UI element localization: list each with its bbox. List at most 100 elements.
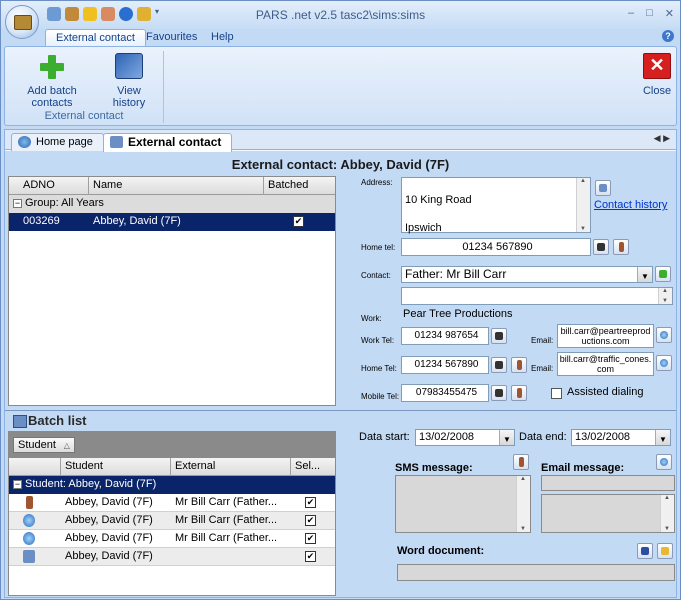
app-logo-icon: [14, 15, 32, 30]
contacts-grid[interactable]: ADNO Name Batched − Group: All Years 0032…: [8, 176, 336, 406]
ribbon-tabs: External contact Favourites Help ?: [1, 27, 680, 47]
chevron-down-icon[interactable]: [655, 430, 670, 447]
minimize-button[interactable]: –: [628, 7, 634, 20]
group-chip-student[interactable]: Student: [13, 437, 75, 453]
home-mobile-icon[interactable]: [511, 357, 527, 373]
sel-checkbox[interactable]: [305, 533, 316, 544]
ribbon-group-label: External contact: [44, 110, 124, 122]
batched-checkbox[interactable]: [293, 216, 304, 227]
close-icon: ✕: [643, 53, 671, 79]
data-start-value: 13/02/2008: [419, 431, 475, 443]
group-row[interactable]: − Group: All Years: [9, 195, 335, 213]
table-row[interactable]: 003269 Abbey, David (7F): [9, 213, 335, 231]
collapse-icon[interactable]: −: [13, 198, 22, 208]
tab-navigation-arrows[interactable]: ◀ ▶: [654, 133, 670, 144]
contact-extra-scrollbar[interactable]: [658, 288, 672, 304]
help-icon[interactable]: ?: [662, 30, 674, 42]
column-external[interactable]: External: [171, 458, 291, 476]
globe-icon: [23, 514, 35, 527]
data-start-picker[interactable]: 13/02/2008: [415, 429, 515, 447]
close-label: Close: [642, 85, 672, 97]
home-email-globe-icon[interactable]: [656, 355, 672, 371]
collapse-icon[interactable]: −: [13, 479, 22, 489]
home-email-label: Email:: [531, 364, 554, 373]
data-end-value: 13/02/2008: [575, 431, 631, 443]
student-cell: Abbey, David (7F): [65, 550, 153, 562]
maximize-button[interactable]: □: [646, 7, 653, 20]
contact-select[interactable]: Father: Mr Bill Carr: [401, 266, 653, 284]
word-document-field[interactable]: [397, 564, 675, 581]
work-email-globe-icon[interactable]: [656, 327, 672, 343]
tab-external-contact[interactable]: External contact: [45, 29, 146, 47]
batch-group-label: Student: Abbey, David (7F): [25, 478, 157, 490]
table-row[interactable]: Abbey, David (7F) Mr Bill Carr (Father..…: [9, 512, 335, 530]
data-start-label: Data start:: [359, 431, 410, 443]
document-tabs: Home page External contact ◀ ▶: [5, 130, 676, 152]
column-sel[interactable]: Sel...: [291, 458, 335, 476]
tab-external-contact-doc[interactable]: External contact: [103, 133, 233, 152]
home-tel-label: Home tel:: [361, 243, 396, 252]
tab-home-page-label: Home page: [36, 136, 93, 148]
add-batch-contacts-button[interactable]: Add batch contacts: [11, 53, 93, 109]
contact-form: Address: 10 King Road Ipswich Contact hi…: [345, 176, 673, 406]
mobile-phone-icon[interactable]: [491, 385, 507, 401]
home-tel2-field[interactable]: 01234 567890: [401, 356, 489, 374]
address-field[interactable]: 10 King Road Ipswich: [401, 177, 591, 234]
tab-home-page[interactable]: Home page: [11, 133, 104, 151]
column-adno[interactable]: ADNO: [9, 177, 89, 195]
close-window-button[interactable]: ✕: [665, 7, 674, 20]
folder-icon[interactable]: [657, 543, 673, 559]
external-cell: [171, 548, 175, 566]
word-icon[interactable]: [637, 543, 653, 559]
address-scrollbar[interactable]: [576, 178, 590, 232]
sms-message-field[interactable]: [395, 475, 531, 533]
batch-group-cell: − Student: Abbey, David (7F): [9, 476, 156, 494]
contact-history-link[interactable]: Contact history: [594, 199, 667, 211]
home-email-field[interactable]: bill.carr@traffic_cones.com: [557, 352, 654, 376]
splitter[interactable]: [5, 410, 676, 411]
sms-mobile-icon[interactable]: [513, 454, 529, 470]
email-message-field[interactable]: [541, 494, 675, 533]
email-globe-icon[interactable]: [656, 454, 672, 470]
work-tel-field[interactable]: 01234 987654: [401, 327, 489, 345]
home-phone-icon[interactable]: [491, 357, 507, 373]
column-batched[interactable]: Batched: [264, 177, 335, 195]
assisted-dialing-label: Assisted dialing: [567, 386, 644, 398]
view-history-button[interactable]: View history: [101, 53, 157, 109]
address-label: Address:: [361, 178, 393, 187]
table-row[interactable]: Abbey, David (7F) Mr Bill Carr (Father..…: [9, 494, 335, 512]
sel-checkbox[interactable]: [305, 515, 316, 526]
work-phone-icon[interactable]: [491, 328, 507, 344]
close-button[interactable]: ✕ Close: [641, 53, 673, 97]
batch-group-row[interactable]: − Student: Abbey, David (7F): [9, 476, 335, 494]
contact-history-icon[interactable]: [595, 180, 611, 196]
add-batch-contacts-label: Add batch contacts: [27, 85, 77, 109]
sel-checkbox[interactable]: [305, 551, 316, 562]
sms-scrollbar[interactable]: [516, 476, 530, 532]
phone-icon[interactable]: [593, 239, 609, 255]
column-student[interactable]: Student: [61, 458, 171, 476]
contact-extra-field[interactable]: [401, 287, 673, 305]
chevron-down-icon[interactable]: [637, 267, 652, 284]
table-row[interactable]: Abbey, David (7F) Mr Bill Carr (Father..…: [9, 530, 335, 548]
app-menu-button[interactable]: [5, 5, 39, 39]
batch-grid[interactable]: Student Student External Sel... −Student…: [8, 431, 336, 596]
table-row[interactable]: Abbey, David (7F): [9, 548, 335, 566]
mobile-tel-field[interactable]: 07983455475: [401, 384, 489, 402]
work-email-field[interactable]: bill.carr@peartreeproductions.com: [557, 324, 654, 348]
email-scrollbar[interactable]: [660, 495, 674, 532]
add-contact-icon[interactable]: [655, 266, 671, 282]
data-end-picker[interactable]: 13/02/2008: [571, 429, 671, 447]
tab-help[interactable]: Help: [201, 29, 244, 47]
mobile-sms-icon[interactable]: [511, 385, 527, 401]
sel-checkbox[interactable]: [305, 497, 316, 508]
home-tel-field[interactable]: 01234 567890: [401, 238, 591, 256]
column-name[interactable]: Name: [89, 177, 264, 195]
email-subject-field[interactable]: [541, 475, 675, 491]
mobile-icon[interactable]: [613, 239, 629, 255]
tab-favourites[interactable]: Favourites: [136, 29, 207, 47]
message-panel: Data start: 13/02/2008 Data end: 13/02/2…: [345, 429, 675, 596]
ribbon-panel: Add batch contacts View history External…: [4, 46, 677, 126]
assisted-dialing-checkbox[interactable]: [551, 388, 562, 399]
chevron-down-icon[interactable]: [499, 430, 514, 447]
